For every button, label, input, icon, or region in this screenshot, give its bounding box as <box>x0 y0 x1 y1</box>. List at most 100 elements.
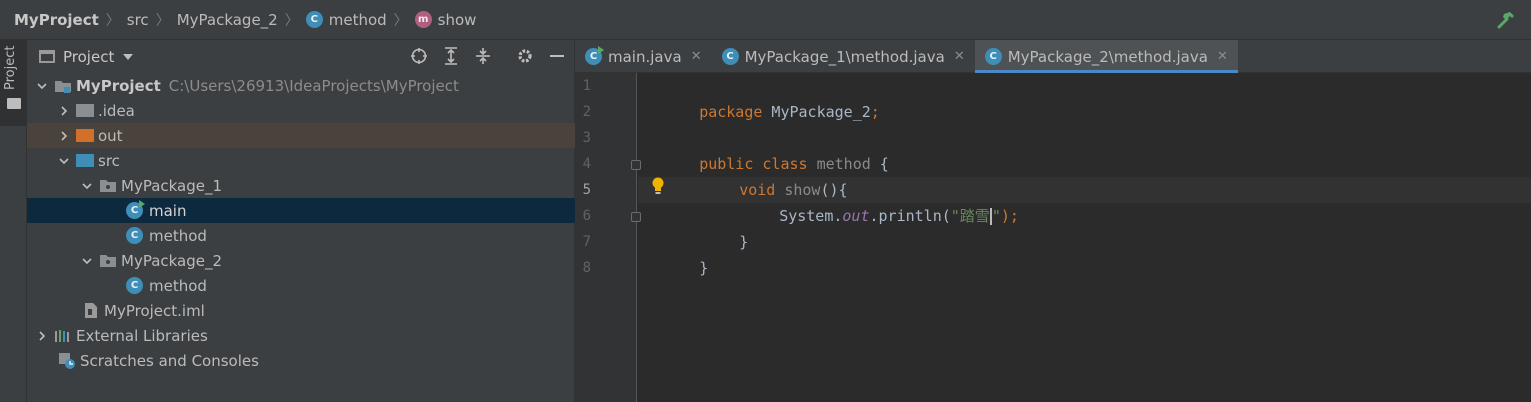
fold-marker-icon[interactable] <box>631 212 641 222</box>
close-icon[interactable]: ✕ <box>691 49 702 64</box>
tree-label-root: MyProject <box>76 76 161 95</box>
tree-row-src[interactable]: src <box>27 148 575 173</box>
breadcrumb-separator: 〉 <box>105 12 120 29</box>
line-number: 7 <box>582 234 591 250</box>
hide-panel-icon[interactable] <box>547 46 567 66</box>
runnable-class-icon: C <box>126 200 145 219</box>
expand-all-icon[interactable] <box>441 46 461 66</box>
tree-label-src: src <box>98 151 120 170</box>
tool-window-strip: Project <box>0 40 27 402</box>
project-strip-label: Project <box>3 45 18 90</box>
chevron-right-icon[interactable] <box>57 129 71 143</box>
tab-label: MyPackage_1\method.java <box>744 47 945 66</box>
tree-label-package-1: MyPackage_1 <box>121 176 223 195</box>
project-panel: Project MyProject C:\Users\26913\IdeaPro… <box>27 40 575 402</box>
collapse-all-icon[interactable] <box>473 46 493 66</box>
project-view-selector[interactable]: Project <box>63 48 114 66</box>
code-line-6: } <box>685 203 748 251</box>
breadcrumb-src[interactable]: src <box>127 11 149 29</box>
iml-file-icon <box>84 302 98 319</box>
class-icon: C <box>126 227 143 244</box>
line-number: 2 <box>582 104 591 120</box>
breadcrumb-method-label: show <box>437 10 477 29</box>
code-line-7: } <box>645 229 708 277</box>
folder-icon <box>76 104 94 117</box>
navigation-bar: MyProject 〉 src 〉 MyPackage_2 〉 C method… <box>0 0 1531 40</box>
chevron-down-icon[interactable] <box>80 179 94 193</box>
tab-main-java[interactable]: C main.java ✕ <box>575 40 712 73</box>
tree-root-path: C:\Users\26913\IdeaProjects\MyProject <box>168 76 459 95</box>
class-icon: C <box>126 277 143 294</box>
close-icon[interactable]: ✕ <box>954 49 965 64</box>
tree-row-method-1[interactable]: C method <box>27 223 575 248</box>
class-icon: C <box>721 48 739 65</box>
code-line-4: void show(){ <box>685 151 847 199</box>
tree-row-scratches[interactable]: Scratches and Consoles <box>27 348 575 373</box>
excluded-folder-icon <box>76 129 94 142</box>
gear-icon[interactable] <box>515 46 535 66</box>
project-tool-window-button[interactable]: Project <box>0 40 27 126</box>
project-panel-header: Project <box>27 40 574 73</box>
tree-row-package-1[interactable]: MyPackage_1 <box>27 173 575 198</box>
fold-marker-icon[interactable] <box>631 160 641 170</box>
breadcrumb-class-label: method <box>328 10 387 29</box>
close-icon[interactable]: ✕ <box>1217 49 1228 64</box>
keyword: package <box>699 103 763 121</box>
breadcrumb-method[interactable]: m show <box>414 10 477 29</box>
line-number-current: 5 <box>582 182 591 198</box>
method-icon: m <box>414 11 432 28</box>
tab-package1-method-java[interactable]: C MyPackage_1\method.java ✕ <box>712 40 975 73</box>
tree-row-idea[interactable]: .idea <box>27 98 575 123</box>
tree-label-out: out <box>98 126 123 145</box>
package-icon <box>99 179 117 193</box>
string-literal: " <box>991 207 1001 225</box>
identifier: System. <box>779 207 843 225</box>
breadcrumb-package[interactable]: MyPackage_2 <box>177 11 278 29</box>
source-folder-icon <box>76 154 94 167</box>
tree-row-root[interactable]: MyProject C:\Users\26913\IdeaProjects\My… <box>27 73 575 98</box>
tree-row-main[interactable]: C main <box>27 198 575 223</box>
identifier: MyPackage_2 <box>762 103 871 121</box>
tree-label-external-libraries: External Libraries <box>76 326 208 345</box>
punctuation: { <box>870 155 889 173</box>
tree-row-external-libraries[interactable]: External Libraries <box>27 323 575 348</box>
code-line-1: package MyPackage_2; <box>645 73 880 121</box>
breadcrumb-project[interactable]: MyProject <box>14 11 99 29</box>
tree-row-iml[interactable]: MyProject.iml <box>27 298 575 323</box>
tree-label-iml: MyProject.iml <box>104 301 205 320</box>
code-editor[interactable]: 1 2 3 4 5 6 7 8 package MyPackage_2; pub… <box>575 73 1531 402</box>
code-line-3: public class method { <box>645 125 889 173</box>
chevron-right-icon[interactable] <box>57 104 71 118</box>
editor-tab-bar: C main.java ✕ C MyPackage_1\method.java … <box>575 40 1531 73</box>
punctuation: } <box>739 233 749 251</box>
breadcrumb-separator: 〉 <box>393 12 408 29</box>
breadcrumb-class[interactable]: C method <box>305 10 387 29</box>
tab-package2-method-java[interactable]: C MyPackage_2\method.java ✕ <box>974 40 1238 73</box>
tree-label-scratches: Scratches and Consoles <box>80 351 259 370</box>
line-number: 8 <box>582 260 591 276</box>
line-number: 1 <box>582 78 591 94</box>
locate-file-icon[interactable] <box>409 46 429 66</box>
string-literal: "踏雪 <box>950 207 990 225</box>
breadcrumb-separator: 〉 <box>284 12 299 29</box>
chevron-down-icon[interactable] <box>57 154 71 168</box>
folder-icon <box>7 98 21 109</box>
identifier: .println( <box>869 207 951 225</box>
chevron-right-icon[interactable] <box>35 329 49 343</box>
chevron-down-icon[interactable] <box>35 79 49 93</box>
editor-gutter: 1 2 3 4 5 6 7 8 <box>575 73 641 402</box>
build-hammer-icon[interactable] <box>1495 9 1517 31</box>
code-line-5: System.out.println("踏雪 "); <box>725 177 1019 225</box>
tree-label-method-2: method <box>149 276 207 295</box>
tree-row-method-2[interactable]: C method <box>27 273 575 298</box>
scratches-icon <box>58 352 76 370</box>
tree-row-out[interactable]: out <box>27 123 575 148</box>
chevron-down-icon[interactable] <box>80 254 94 268</box>
class-icon: C <box>305 11 323 28</box>
project-window-icon <box>39 50 55 63</box>
line-number: 3 <box>582 130 591 146</box>
tree-row-package-2[interactable]: MyPackage_2 <box>27 248 575 273</box>
line-number: 6 <box>582 208 591 224</box>
runnable-class-icon: C <box>585 46 604 65</box>
chevron-down-icon[interactable] <box>123 53 134 60</box>
